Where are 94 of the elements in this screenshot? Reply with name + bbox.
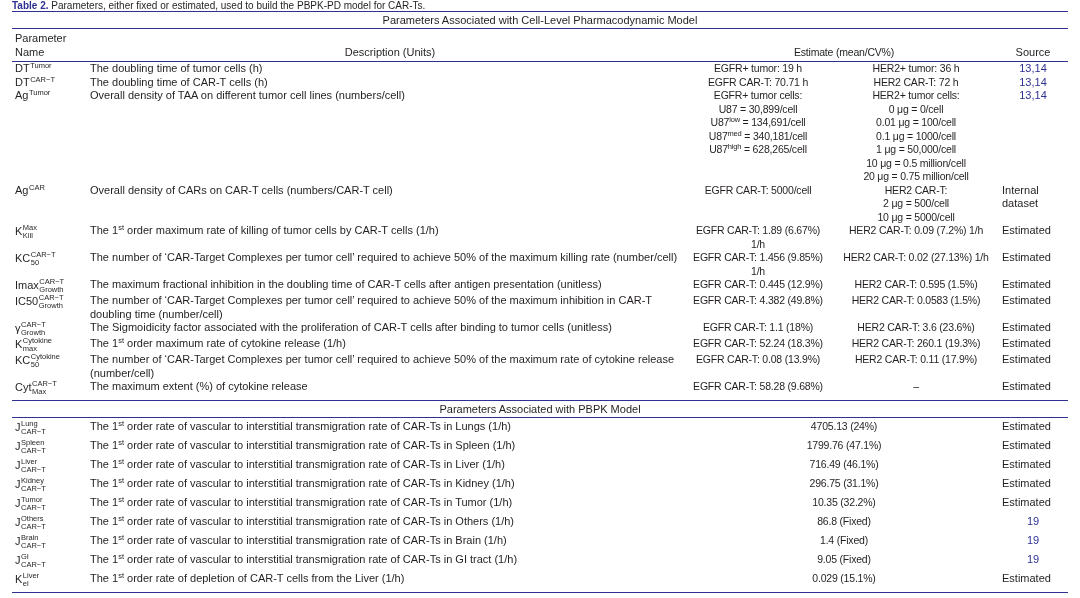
estimate-text: HER2 CAR-T: <box>884 183 948 197</box>
estimate-text: HER2 CAR-T: 0.0583 (1.5%) <box>851 294 981 308</box>
column-header: Description (Units) <box>344 45 436 59</box>
source-text: Estimated <box>1002 457 1051 471</box>
source-text: Estimated <box>1002 419 1051 433</box>
description-text: The 1$^{st}$ order maximum rate of cytokine release (1/h) <box>90 337 346 351</box>
citation-link[interactable]: 19 <box>1026 552 1040 565</box>
description-text: The number of ‘CAR-Target Complexes per tumor cell’ required to achieve 50% of the maximum rate of cytokine release (number/cell) <box>90 353 676 380</box>
citation-link[interactable]: 13,14 <box>1019 89 1047 101</box>
citation-link[interactable]: 19 <box>1026 514 1040 527</box>
estimate-text: 0 μg = 0/cell <box>888 102 944 116</box>
description-text: The number of ‘CAR-Target Complexes per tumor cell’ required to achieve 50% of the maximum killing rate (number/cell) <box>90 251 678 265</box>
source-text: Estimated <box>1002 380 1051 394</box>
estimate-text: EGFR CAR-T: 4.382 (49.8%) <box>693 294 823 308</box>
estimate-text: 0.029 (15.1%) <box>812 571 876 585</box>
estimate-text: EGFR+ tumor cells: <box>713 89 803 103</box>
source-text: Estimated <box>1002 476 1051 490</box>
description-text: The 1$^{st}$ order maximum rate of killing of tumor cells by CAR-T cells (1/h) <box>90 224 439 238</box>
source-text: Internal dataset <box>1002 183 1040 211</box>
description-text: The 1$^{st}$ order rate of vascular to interstitial transmigration rate of CAR-Ts in Brain (1/h) <box>90 533 507 547</box>
estimate-text: HER2 CAR-T: 0.11 (17.9%) <box>854 353 978 367</box>
estimate-text: HER2 CAR-T: 0.02 (27.13%) 1/h <box>843 251 989 265</box>
estimate-text: 4705.13 (24%) <box>810 419 878 433</box>
description-text: The doubling time of CAR-T cells (h) <box>90 75 268 89</box>
estimate-text: 0.01 μg = 100/cell <box>876 116 956 130</box>
estimate-text: EGFR CAR-T: 52.24 (18.3%) <box>693 337 823 351</box>
estimate-text: 2 μg = 500/cell <box>883 197 949 211</box>
column-header: Parameter Name <box>15 32 68 59</box>
estimate-text: HER2 CAR-T: 0.09 (7.2%) 1/h <box>848 224 984 238</box>
estimate-text: – <box>913 380 919 394</box>
estimate-text: HER2 CAR-T: 260.1 (19.3%) <box>851 337 981 351</box>
table-caption: Table 2. Parameters, either fixed or estimated, used to build the PBPK-PD model for CAR-Ts. <box>11 0 426 11</box>
source-text: Estimated <box>1002 321 1051 335</box>
estimate-text: EGFR CAR-T: 58.28 (9.68%) <box>693 380 823 394</box>
section-title: Parameters Associated with PBPK Model <box>439 402 641 416</box>
estimate-text: EGFR CAR-T: 1.89 (6.67%) 1/h <box>694 224 822 251</box>
citation-link[interactable]: 13,14 <box>1019 75 1047 88</box>
estimate-text: EGFR CAR-T: 0.08 (13.9%) <box>695 353 821 367</box>
estimate-text: 9.05 (Fixed) <box>817 552 871 566</box>
source-text: Estimated <box>1002 438 1051 452</box>
description-text: The 1$^{st}$ order rate of vascular to interstitial transmigration rate of CAR-Ts in Others (1/h) <box>90 514 515 528</box>
estimate-text: HER2 CAR-T: 0.595 (1.5%) <box>854 278 978 292</box>
description-text: The 1$^{st}$ order rate of vascular to interstitial transmigration rate of CAR-Ts in Lungs (1/h) <box>90 419 511 433</box>
citation-link[interactable]: 13,14 <box>1019 62 1047 74</box>
estimate-text: 296.75 (31.1%) <box>809 476 879 490</box>
source-text: Estimated <box>1002 495 1051 509</box>
citation-link[interactable]: 19 <box>1026 533 1040 546</box>
estimate-text: U87 = 30,899/cell <box>718 102 798 116</box>
estimate-text: EGFR CAR-T: 0.445 (12.9%) <box>693 278 823 292</box>
source-text: Estimated <box>1002 224 1051 238</box>
description-text: The 1$^{st}$ order rate of vascular to interstitial transmigration rate of CAR-Ts in Spleen (1/h) <box>90 438 516 452</box>
source-text: Estimated <box>1002 278 1051 292</box>
estimate-text: U87$^{high}$ = 628,265/cell <box>709 143 807 157</box>
description-text: The 1$^{st}$ order rate of vascular to interstitial transmigration rate of CAR-Ts in Liver (1/h) <box>90 457 505 471</box>
source-text: Estimated <box>1002 251 1051 265</box>
source-text: Estimated <box>1002 337 1051 351</box>
description-text: Overall density of TAA on different tumor cell lines (numbers/cell) <box>90 89 405 103</box>
estimate-text: 716.49 (46.1%) <box>809 457 879 471</box>
description-text: The number of ‘CAR-Target Complexes per tumor cell’ required to achieve 50% of the maximum inhibition in CAR-T doubling time (number/cell) <box>90 294 653 321</box>
estimate-text: EGFR+ tumor: 19 h <box>714 62 802 76</box>
estimate-text: U87$^{low}$ = 134,691/cell <box>710 116 806 130</box>
estimate-text: 1799.76 (47.1%) <box>806 438 882 452</box>
estimate-text: U87$^{med}$ = 340,181/cell <box>708 129 808 143</box>
column-header: Source <box>1015 45 1051 59</box>
section-title: Parameters Associated with Cell-Level Pharmacodynamic Model <box>382 13 698 27</box>
estimate-text: 1.4 (Fixed) <box>820 533 868 547</box>
source-text: Estimated <box>1002 353 1051 367</box>
estimate-text: HER2+ tumor: 36 h <box>872 62 960 76</box>
description-text: Overall density of CARs on CAR-T cells (numbers/CAR-T cell) <box>90 183 393 197</box>
estimate-text: EGFR CAR-T: 70.71 h <box>707 75 809 89</box>
description-text: The maximum fractional inhibition in the doubling time of CAR-T cells after antigen presentation (unitless) <box>90 278 602 292</box>
description-text: The Sigmoidicity factor associated with the proliferation of CAR-T cells after binding to tumor cells (unitless) <box>90 321 612 335</box>
description-text: The 1$^{st}$ order rate of vascular to interstitial transmigration rate of CAR-Ts in GI tract (1/h) <box>90 552 518 566</box>
estimate-text: EGFR CAR-T: 1.456 (9.85%) 1/h <box>692 251 824 278</box>
description-text: The maximum extent (%) of cytokine release <box>90 380 308 394</box>
estimate-text: HER2 CAR-T: 72 h <box>873 75 959 89</box>
estimate-text: 86.8 (Fixed) <box>817 514 871 528</box>
description-text: The 1$^{st}$ order rate of depletion of CAR-T cells from the Liver (1/h) <box>90 571 405 585</box>
source-text: Estimated <box>1002 294 1051 308</box>
column-header: Estimate (mean/CV%) <box>793 45 895 59</box>
estimate-text: HER2+ tumor cells: <box>872 89 960 103</box>
estimate-text: HER2 CAR-T: 3.6 (23.6%) <box>857 321 975 335</box>
description-text: The 1$^{st}$ order rate of vascular to interstitial transmigration rate of CAR-Ts in Kidney (1/h) <box>90 476 515 490</box>
estimate-text: 0.1 μg = 1000/cell <box>876 129 956 143</box>
description-text: The 1$^{st}$ order rate of vascular to interstitial transmigration rate of CAR-Ts in Tumor (1/h) <box>90 495 513 509</box>
estimate-text: 10 μg = 5000/cell <box>877 210 955 224</box>
description-text: The doubling time of tumor cells (h) <box>90 62 263 76</box>
estimate-text: 10 μg = 0.5 million/cell <box>866 156 966 170</box>
estimate-text: 20 μg = 0.75 million/cell <box>863 170 969 184</box>
estimate-text: EGFR CAR-T: 1.1 (18%) <box>702 321 814 335</box>
estimate-text: EGFR CAR-T: 5000/cell <box>704 183 812 197</box>
source-text: Estimated <box>1002 571 1051 585</box>
estimate-text: 1 μg = 50,000/cell <box>876 143 956 157</box>
estimate-text: 10.35 (32.2%) <box>812 495 876 509</box>
